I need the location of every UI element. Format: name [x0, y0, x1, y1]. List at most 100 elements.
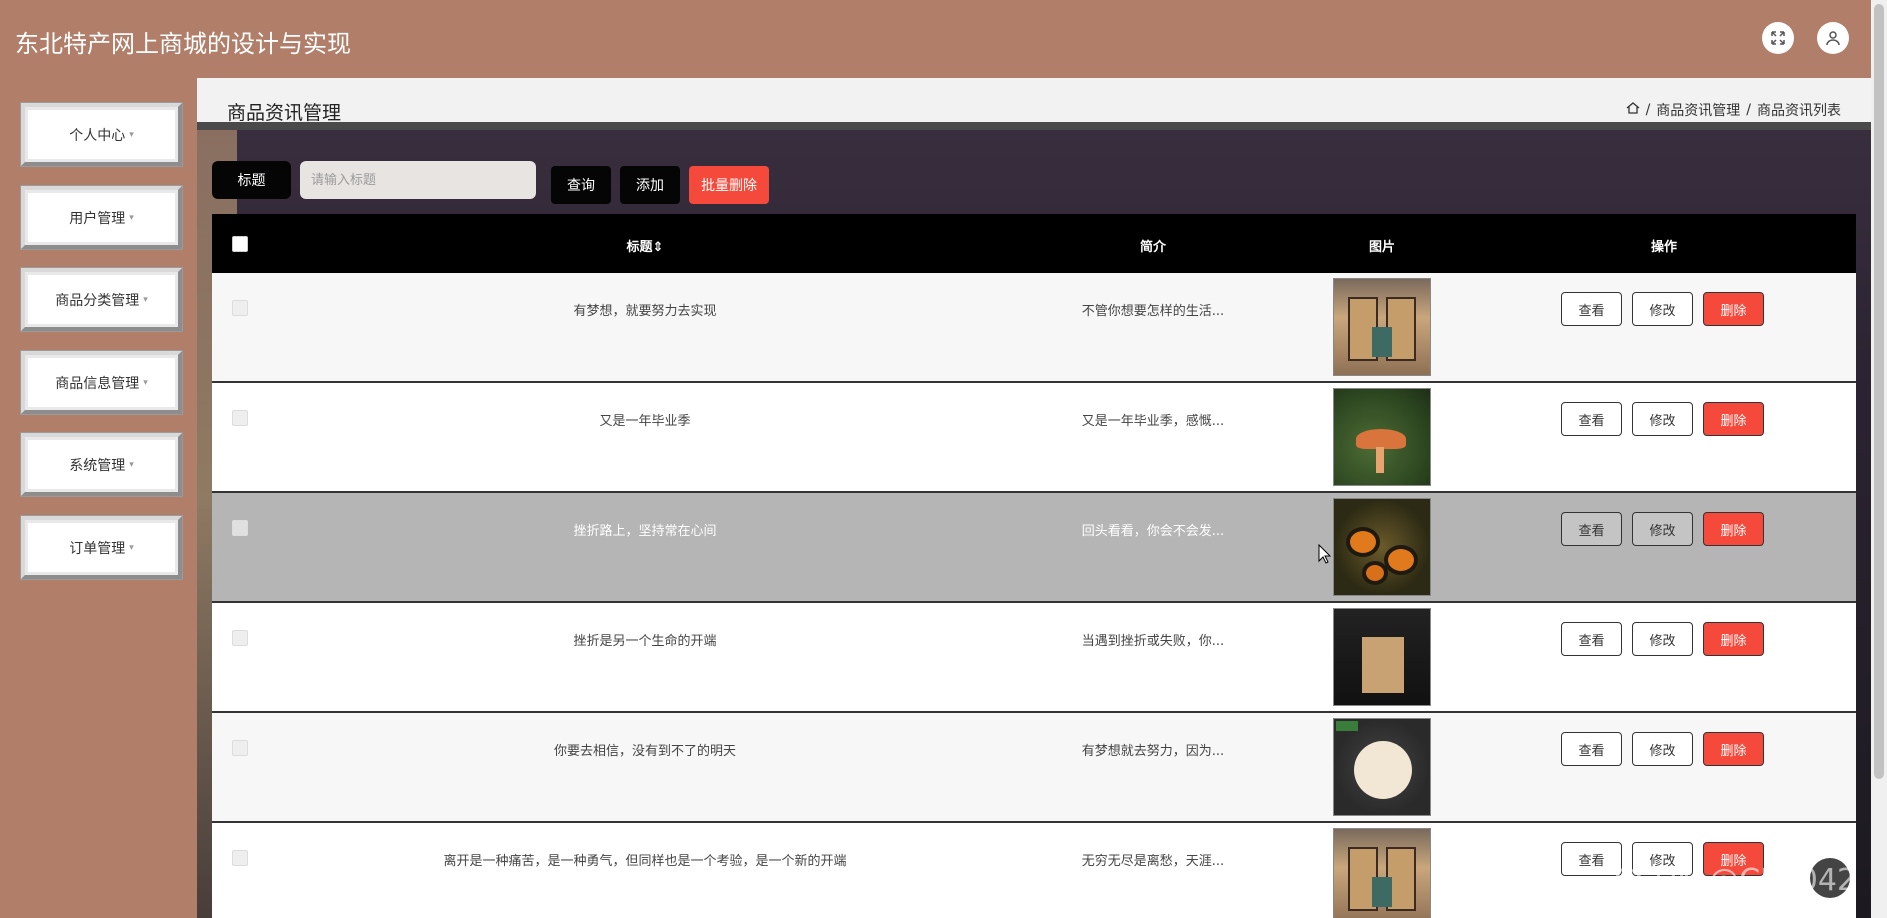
scrollbar-thumb[interactable] [1874, 4, 1884, 779]
row-checkbox[interactable] [232, 740, 248, 756]
edit-button[interactable]: 修改 [1632, 732, 1693, 766]
chevron-down-icon: ▾ [143, 294, 148, 305]
image-shape [1354, 741, 1412, 799]
image-shape [1336, 721, 1358, 731]
breadcrumb-item: 商品资讯列表 [1757, 103, 1841, 119]
batch-delete-button[interactable]: 批量删除 [689, 166, 769, 204]
table-row: 有梦想，就要努力去实现 不管你想要怎样的生活... 查看 修改 删除 [212, 273, 1856, 383]
chevron-down-icon: ▾ [129, 129, 134, 140]
chevron-down-icon: ▾ [143, 377, 148, 388]
gift-box-image [1333, 278, 1431, 376]
row-checkbox[interactable] [232, 630, 248, 646]
home-icon[interactable] [1626, 101, 1640, 119]
breadcrumb-separator: / [1645, 102, 1651, 118]
mushroom-image [1333, 388, 1431, 486]
delete-button[interactable]: 删除 [1703, 402, 1764, 436]
sidebar-item-label: 订单管理 [69, 540, 126, 557]
view-button[interactable]: 查看 [1561, 732, 1622, 766]
breadcrumb-separator: / [1746, 102, 1751, 118]
delete-button[interactable]: 删除 [1703, 622, 1764, 656]
sidebar-item-product-management[interactable]: 商品信息管理 ▾ [21, 351, 182, 414]
image-shape [1384, 545, 1418, 575]
sidebar-item-label: 个人中心 [69, 127, 126, 144]
row-title: 有梦想，就要努力去实现 [573, 304, 717, 319]
image-shape [1362, 561, 1388, 585]
chevron-down-icon: ▾ [129, 212, 134, 223]
edit-button[interactable]: 修改 [1632, 622, 1693, 656]
row-intro: 无穷无尽是离愁，天涯... [1081, 854, 1225, 869]
edit-button[interactable]: 修改 [1632, 402, 1693, 436]
chevron-down-icon: ▾ [129, 542, 134, 553]
sidebar-item-category-management[interactable]: 商品分类管理 ▾ [21, 268, 182, 331]
sort-icon[interactable]: ⇕ [653, 240, 664, 255]
image-shape [1372, 877, 1392, 907]
row-intro: 又是一年毕业季，感慨... [1081, 414, 1225, 429]
table-header: 标题⇕ 简介 图片 操作 [212, 214, 1856, 273]
search-label: 标题 [212, 161, 291, 199]
view-button[interactable]: 查看 [1561, 622, 1622, 656]
user-icon[interactable] [1817, 22, 1849, 54]
row-checkbox[interactable] [232, 520, 248, 536]
view-button[interactable]: 查看 [1561, 842, 1622, 876]
select-all-checkbox[interactable] [232, 236, 248, 252]
sidebar-item-user-management[interactable]: 用户管理 ▾ [21, 186, 182, 249]
sidebar-item-personal-center[interactable]: 个人中心 ▾ [21, 103, 182, 166]
row-title: 你要去相信，没有到不了的明天 [553, 744, 737, 759]
column-header-intro: 简介 [1139, 240, 1167, 255]
row-title: 挫折是另一个生命的开端 [573, 634, 717, 649]
table-row: 挫折是另一个生命的开端 当遇到挫折或失败，你... 查看 修改 删除 [212, 603, 1856, 713]
query-button[interactable]: 查询 [551, 166, 611, 204]
row-title: 挫折路上，坚持常在心间 [573, 524, 717, 539]
edit-button[interactable]: 修改 [1632, 512, 1693, 546]
image-shape [1372, 327, 1392, 357]
table-row: 你要去相信，没有到不了的明天 有梦想就去努力，因为... 查看 修改 删除 [212, 713, 1856, 823]
image-shape [1356, 429, 1406, 449]
row-title: 离开是一种痛苦，是一种勇气，但同样也是一个考验，是一个新的开端 [443, 854, 847, 869]
delete-button[interactable]: 删除 [1703, 732, 1764, 766]
table-row: 离开是一种痛苦，是一种勇气，但同样也是一个考验，是一个新的开端 无穷无尽是离愁，… [212, 823, 1856, 918]
column-label: 标题 [626, 240, 653, 255]
delete-button[interactable]: 删除 [1703, 292, 1764, 326]
sidebar-item-system-management[interactable]: 系统管理 ▾ [21, 433, 182, 496]
news-table: 标题⇕ 简介 图片 操作 有梦想，就要努力去实现 不管你想要怎样的生活... 查… [212, 214, 1856, 918]
sidebar-item-order-management[interactable]: 订单管理 ▾ [21, 516, 182, 579]
image-shape [1346, 527, 1380, 557]
sidebar-item-label: 商品信息管理 [55, 375, 140, 392]
row-title: 又是一年毕业季 [599, 414, 691, 429]
page-header: 商品资讯管理 / 商品资讯管理 / 商品资讯列表 [197, 78, 1871, 130]
column-header-title[interactable]: 标题⇕ [627, 236, 664, 255]
view-button[interactable]: 查看 [1561, 512, 1622, 546]
sidebar-item-label: 系统管理 [69, 457, 126, 474]
row-checkbox[interactable] [232, 300, 248, 316]
chevron-down-icon: ▾ [129, 459, 134, 470]
sidebar-item-label: 商品分类管理 [55, 292, 140, 309]
delete-button[interactable]: 删除 [1703, 512, 1764, 546]
breadcrumb: / 商品资讯管理 / 商品资讯列表 [1626, 100, 1841, 120]
sidebar-item-label: 用户管理 [69, 210, 126, 227]
top-bar: 东北特产网上商城的设计与实现 [0, 0, 1887, 78]
search-input[interactable] [300, 161, 536, 199]
view-button[interactable]: 查看 [1561, 292, 1622, 326]
fungus-image [1333, 498, 1431, 596]
view-button[interactable]: 查看 [1561, 402, 1622, 436]
fullscreen-icon[interactable] [1762, 22, 1794, 54]
page-title: 商品资讯管理 [227, 102, 342, 124]
image-shape [1376, 447, 1384, 473]
breadcrumb-item[interactable]: 商品资讯管理 [1656, 100, 1740, 120]
row-intro: 回头看看，你会不会发... [1081, 524, 1225, 539]
table-row: 挫折路上，坚持常在心间 回头看看，你会不会发... 查看 修改 删除 [212, 493, 1856, 603]
pear-image [1333, 718, 1431, 816]
column-header-actions: 操作 [1650, 240, 1678, 255]
app-title: 东北特产网上商城的设计与实现 [15, 30, 351, 58]
sidebar: 个人中心 ▾ 用户管理 ▾ 商品分类管理 ▾ 商品信息管理 ▾ 系统管理 ▾ 订单管理 ▾ [0, 78, 197, 918]
table-row: 又是一年毕业季 又是一年毕业季，感慨... 查看 修改 删除 [212, 383, 1856, 493]
row-intro: 当遇到挫折或失败，你... [1081, 634, 1225, 649]
row-checkbox[interactable] [232, 410, 248, 426]
watermark: CSDN @CK3042 [1614, 863, 1857, 898]
column-header-image: 图片 [1368, 240, 1396, 255]
edit-button[interactable]: 修改 [1632, 292, 1693, 326]
row-checkbox[interactable] [232, 850, 248, 866]
gift-box-dark-image [1333, 608, 1431, 706]
add-button[interactable]: 添加 [620, 166, 680, 204]
row-intro: 不管你想要怎样的生活... [1081, 304, 1225, 319]
